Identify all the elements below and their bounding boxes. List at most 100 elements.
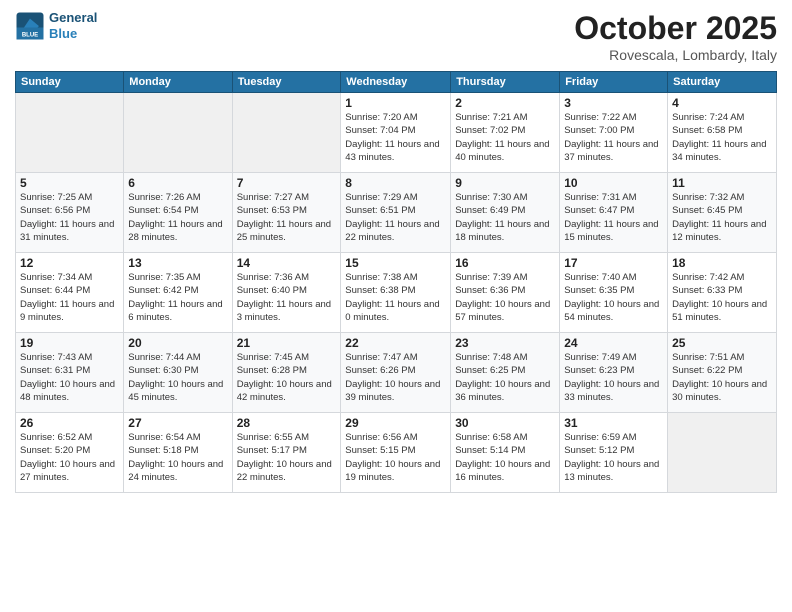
day-info: Sunrise: 7:24 AM Sunset: 6:58 PM Dayligh… [672, 111, 772, 164]
col-monday: Monday [124, 72, 232, 93]
day-number: 16 [455, 256, 555, 270]
day-info: Sunrise: 7:48 AM Sunset: 6:25 PM Dayligh… [455, 351, 555, 404]
calendar-header-row: Sunday Monday Tuesday Wednesday Thursday… [16, 72, 777, 93]
day-info: Sunrise: 7:42 AM Sunset: 6:33 PM Dayligh… [672, 271, 772, 324]
calendar-cell: 25Sunrise: 7:51 AM Sunset: 6:22 PM Dayli… [668, 333, 777, 413]
week-row-5: 26Sunrise: 6:52 AM Sunset: 5:20 PM Dayli… [16, 413, 777, 493]
page: BLUE General Blue October 2025 Rovescala… [0, 0, 792, 612]
day-info: Sunrise: 7:39 AM Sunset: 6:36 PM Dayligh… [455, 271, 555, 324]
day-info: Sunrise: 7:47 AM Sunset: 6:26 PM Dayligh… [345, 351, 446, 404]
calendar-cell: 30Sunrise: 6:58 AM Sunset: 5:14 PM Dayli… [451, 413, 560, 493]
day-info: Sunrise: 7:31 AM Sunset: 6:47 PM Dayligh… [564, 191, 663, 244]
col-thursday: Thursday [451, 72, 560, 93]
day-info: Sunrise: 7:21 AM Sunset: 7:02 PM Dayligh… [455, 111, 555, 164]
day-number: 23 [455, 336, 555, 350]
day-number: 9 [455, 176, 555, 190]
day-number: 1 [345, 96, 446, 110]
day-info: Sunrise: 6:59 AM Sunset: 5:12 PM Dayligh… [564, 431, 663, 484]
calendar-cell: 1Sunrise: 7:20 AM Sunset: 7:04 PM Daylig… [341, 93, 451, 173]
col-friday: Friday [560, 72, 668, 93]
calendar-cell: 8Sunrise: 7:29 AM Sunset: 6:51 PM Daylig… [341, 173, 451, 253]
calendar-cell: 9Sunrise: 7:30 AM Sunset: 6:49 PM Daylig… [451, 173, 560, 253]
calendar-cell: 11Sunrise: 7:32 AM Sunset: 6:45 PM Dayli… [668, 173, 777, 253]
day-info: Sunrise: 7:36 AM Sunset: 6:40 PM Dayligh… [237, 271, 337, 324]
calendar: Sunday Monday Tuesday Wednesday Thursday… [15, 71, 777, 493]
calendar-cell: 22Sunrise: 7:47 AM Sunset: 6:26 PM Dayli… [341, 333, 451, 413]
calendar-cell [668, 413, 777, 493]
calendar-cell: 7Sunrise: 7:27 AM Sunset: 6:53 PM Daylig… [232, 173, 341, 253]
calendar-cell: 19Sunrise: 7:43 AM Sunset: 6:31 PM Dayli… [16, 333, 124, 413]
calendar-cell: 27Sunrise: 6:54 AM Sunset: 5:18 PM Dayli… [124, 413, 232, 493]
day-info: Sunrise: 7:22 AM Sunset: 7:00 PM Dayligh… [564, 111, 663, 164]
calendar-cell [16, 93, 124, 173]
day-number: 28 [237, 416, 337, 430]
day-info: Sunrise: 7:49 AM Sunset: 6:23 PM Dayligh… [564, 351, 663, 404]
location: Rovescala, Lombardy, Italy [574, 47, 777, 63]
calendar-cell: 4Sunrise: 7:24 AM Sunset: 6:58 PM Daylig… [668, 93, 777, 173]
day-info: Sunrise: 6:54 AM Sunset: 5:18 PM Dayligh… [128, 431, 227, 484]
day-number: 7 [237, 176, 337, 190]
col-tuesday: Tuesday [232, 72, 341, 93]
calendar-cell: 14Sunrise: 7:36 AM Sunset: 6:40 PM Dayli… [232, 253, 341, 333]
day-info: Sunrise: 6:58 AM Sunset: 5:14 PM Dayligh… [455, 431, 555, 484]
day-info: Sunrise: 7:20 AM Sunset: 7:04 PM Dayligh… [345, 111, 446, 164]
title-block: October 2025 Rovescala, Lombardy, Italy [574, 10, 777, 63]
day-number: 18 [672, 256, 772, 270]
day-number: 29 [345, 416, 446, 430]
day-info: Sunrise: 7:43 AM Sunset: 6:31 PM Dayligh… [20, 351, 119, 404]
day-info: Sunrise: 7:45 AM Sunset: 6:28 PM Dayligh… [237, 351, 337, 404]
day-number: 2 [455, 96, 555, 110]
day-number: 8 [345, 176, 446, 190]
col-saturday: Saturday [668, 72, 777, 93]
calendar-cell: 16Sunrise: 7:39 AM Sunset: 6:36 PM Dayli… [451, 253, 560, 333]
day-info: Sunrise: 7:44 AM Sunset: 6:30 PM Dayligh… [128, 351, 227, 404]
day-info: Sunrise: 7:26 AM Sunset: 6:54 PM Dayligh… [128, 191, 227, 244]
day-number: 4 [672, 96, 772, 110]
calendar-cell: 2Sunrise: 7:21 AM Sunset: 7:02 PM Daylig… [451, 93, 560, 173]
calendar-cell: 10Sunrise: 7:31 AM Sunset: 6:47 PM Dayli… [560, 173, 668, 253]
day-number: 20 [128, 336, 227, 350]
day-info: Sunrise: 7:51 AM Sunset: 6:22 PM Dayligh… [672, 351, 772, 404]
logo-icon: BLUE [15, 11, 45, 41]
day-number: 31 [564, 416, 663, 430]
day-number: 14 [237, 256, 337, 270]
day-info: Sunrise: 6:56 AM Sunset: 5:15 PM Dayligh… [345, 431, 446, 484]
month-title: October 2025 [574, 10, 777, 47]
day-info: Sunrise: 6:55 AM Sunset: 5:17 PM Dayligh… [237, 431, 337, 484]
day-number: 11 [672, 176, 772, 190]
logo-text: General Blue [49, 10, 97, 41]
calendar-cell [232, 93, 341, 173]
week-row-4: 19Sunrise: 7:43 AM Sunset: 6:31 PM Dayli… [16, 333, 777, 413]
day-number: 6 [128, 176, 227, 190]
week-row-2: 5Sunrise: 7:25 AM Sunset: 6:56 PM Daylig… [16, 173, 777, 253]
calendar-cell: 6Sunrise: 7:26 AM Sunset: 6:54 PM Daylig… [124, 173, 232, 253]
calendar-cell: 15Sunrise: 7:38 AM Sunset: 6:38 PM Dayli… [341, 253, 451, 333]
header: BLUE General Blue October 2025 Rovescala… [15, 10, 777, 63]
calendar-cell: 12Sunrise: 7:34 AM Sunset: 6:44 PM Dayli… [16, 253, 124, 333]
day-info: Sunrise: 7:35 AM Sunset: 6:42 PM Dayligh… [128, 271, 227, 324]
week-row-1: 1Sunrise: 7:20 AM Sunset: 7:04 PM Daylig… [16, 93, 777, 173]
day-number: 21 [237, 336, 337, 350]
day-number: 19 [20, 336, 119, 350]
calendar-cell [124, 93, 232, 173]
day-info: Sunrise: 7:25 AM Sunset: 6:56 PM Dayligh… [20, 191, 119, 244]
calendar-cell: 28Sunrise: 6:55 AM Sunset: 5:17 PM Dayli… [232, 413, 341, 493]
col-wednesday: Wednesday [341, 72, 451, 93]
day-number: 3 [564, 96, 663, 110]
day-info: Sunrise: 7:38 AM Sunset: 6:38 PM Dayligh… [345, 271, 446, 324]
day-info: Sunrise: 7:34 AM Sunset: 6:44 PM Dayligh… [20, 271, 119, 324]
day-number: 10 [564, 176, 663, 190]
week-row-3: 12Sunrise: 7:34 AM Sunset: 6:44 PM Dayli… [16, 253, 777, 333]
calendar-cell: 31Sunrise: 6:59 AM Sunset: 5:12 PM Dayli… [560, 413, 668, 493]
day-number: 25 [672, 336, 772, 350]
day-number: 15 [345, 256, 446, 270]
day-number: 17 [564, 256, 663, 270]
day-info: Sunrise: 7:29 AM Sunset: 6:51 PM Dayligh… [345, 191, 446, 244]
day-number: 22 [345, 336, 446, 350]
day-info: Sunrise: 7:32 AM Sunset: 6:45 PM Dayligh… [672, 191, 772, 244]
calendar-cell: 13Sunrise: 7:35 AM Sunset: 6:42 PM Dayli… [124, 253, 232, 333]
calendar-cell: 29Sunrise: 6:56 AM Sunset: 5:15 PM Dayli… [341, 413, 451, 493]
day-number: 12 [20, 256, 119, 270]
calendar-cell: 23Sunrise: 7:48 AM Sunset: 6:25 PM Dayli… [451, 333, 560, 413]
day-number: 5 [20, 176, 119, 190]
